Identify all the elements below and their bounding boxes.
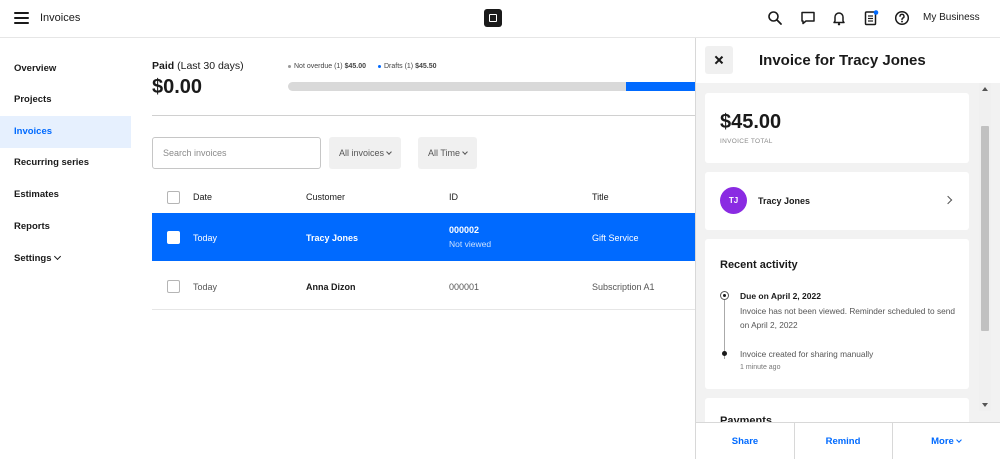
legend-item-drafts: Drafts (1) $45.50 — [377, 63, 437, 70]
row-date: Today — [193, 282, 218, 292]
row-id: 000002 — [449, 225, 480, 235]
row-title: Gift Service — [592, 233, 639, 243]
time-filter-dropdown[interactable]: All Time — [418, 137, 478, 169]
activity-item-description: Invoice has not been viewed. Reminder sc… — [740, 306, 955, 330]
scroll-up-icon[interactable] — [982, 87, 988, 91]
scrollbar-thumb[interactable] — [981, 126, 989, 331]
activity-item-time: 1 minute ago — [740, 364, 781, 371]
legend-dot — [288, 64, 291, 68]
sidebar-item-estimates[interactable]: Estimates — [0, 179, 131, 211]
legend-item-not-overdue: Not overdue (1) $45.00 — [288, 63, 366, 70]
chevron-down-icon — [462, 149, 468, 155]
legend-amount: $45.00 — [344, 63, 367, 70]
customer-card[interactable]: TJ Tracy Jones — [705, 172, 969, 230]
sidebar-item-settings[interactable]: Settings — [0, 243, 131, 275]
table-row[interactable]: Today Anna Dizon 000001 Subscription A1 — [152, 262, 695, 310]
status-progress-bar — [288, 82, 695, 91]
invoice-detail-panel: Invoice for Tracy Jones $45.00 INVOICE T… — [695, 38, 1000, 459]
sidebar-item-overview[interactable]: Overview — [0, 53, 131, 85]
scroll-down-icon[interactable] — [982, 403, 988, 407]
timeline-dot-icon — [722, 351, 727, 356]
close-button[interactable] — [705, 46, 733, 74]
time-filter-value: All Time — [428, 148, 461, 158]
row-date: Today — [193, 233, 218, 243]
customer-name: Tracy Jones — [758, 196, 811, 206]
avatar: TJ — [720, 187, 747, 214]
chat-icon[interactable] — [800, 10, 816, 26]
menu-icon[interactable] — [14, 12, 29, 24]
row-customer: Anna Dizon — [306, 282, 356, 292]
activity-item-title: Invoice created for sharing manually — [740, 349, 874, 359]
more-button[interactable]: More — [892, 423, 1000, 459]
sidebar: Overview Projects Invoices Recurring ser… — [0, 38, 131, 459]
column-header-date[interactable]: Date — [193, 192, 212, 202]
invoice-total-card: $45.00 INVOICE TOTAL — [705, 93, 969, 163]
chevron-down-icon — [386, 149, 392, 155]
share-button[interactable]: Share — [696, 423, 794, 459]
timeline-current-icon — [720, 291, 729, 300]
legend-label: Not overdue (1) — [294, 63, 343, 70]
timeline-line — [724, 299, 725, 359]
row-title: Subscription A1 — [592, 282, 655, 292]
panel-scrollbar[interactable] — [979, 83, 991, 411]
sidebar-item-label: Settings — [14, 253, 52, 264]
row-customer: Tracy Jones — [306, 233, 359, 243]
sidebar-item-recurring-series[interactable]: Recurring series — [0, 147, 131, 179]
divider — [152, 115, 695, 116]
select-all-checkbox[interactable] — [167, 191, 180, 204]
sidebar-item-reports[interactable]: Reports — [0, 211, 131, 243]
invoice-total-label: INVOICE TOTAL — [720, 138, 773, 145]
top-bar: Invoices My Business — [0, 0, 1000, 38]
recent-activity-card: Recent activity Due on April 2, 2022 Inv… — [705, 239, 969, 389]
sidebar-item-projects[interactable]: Projects — [0, 84, 131, 116]
status-legend: Not overdue (1) $45.00 Drafts (1) $45.50 — [288, 63, 447, 70]
panel-title: Invoice for Tracy Jones — [759, 52, 926, 69]
search-icon[interactable] — [767, 10, 783, 26]
row-id-status: Not viewed — [449, 239, 492, 249]
paid-label: Paid — [152, 60, 175, 72]
bell-icon[interactable] — [831, 10, 847, 26]
sidebar-item-invoices[interactable]: Invoices — [0, 116, 131, 148]
help-icon[interactable] — [894, 10, 910, 26]
table-row[interactable]: Today Tracy Jones 000002 Not viewed Gift… — [152, 213, 695, 261]
app-title: Invoices — [40, 12, 81, 24]
paid-amount: $0.00 — [152, 76, 203, 98]
invoice-total-amount: $45.00 — [720, 111, 782, 133]
legend-label: Drafts (1) — [383, 63, 414, 70]
status-filter-dropdown[interactable]: All invoices — [329, 137, 402, 169]
table-header: Date Customer ID Title — [152, 182, 695, 212]
row-checkbox[interactable] — [167, 231, 180, 244]
search-input[interactable] — [152, 137, 321, 169]
column-header-id[interactable]: ID — [449, 192, 458, 202]
row-checkbox[interactable] — [167, 280, 180, 293]
paid-summary-label: Paid (Last 30 days) — [152, 60, 244, 72]
panel-header: Invoice for Tracy Jones — [696, 38, 1000, 83]
more-button-label: More — [931, 436, 954, 447]
chevron-down-icon — [54, 252, 62, 261]
invoice-icon[interactable] — [863, 10, 879, 26]
remind-button[interactable]: Remind — [794, 423, 892, 459]
business-name[interactable]: My Business — [923, 12, 980, 23]
column-header-customer[interactable]: Customer — [306, 192, 345, 202]
chevron-down-icon — [956, 437, 962, 443]
legend-amount: $45.50 — [415, 63, 437, 70]
chevron-right-icon — [943, 195, 953, 205]
activity-title: Recent activity — [720, 259, 798, 271]
legend-dot — [377, 64, 381, 68]
row-id: 000001 — [449, 282, 480, 292]
panel-footer: Share Remind More — [696, 422, 1000, 459]
progress-fill-drafts — [625, 82, 695, 91]
square-logo[interactable] — [484, 9, 502, 27]
paid-period: (Last 30 days) — [177, 60, 244, 72]
activity-item-title: Due on April 2, 2022 — [740, 291, 821, 301]
status-filter-value: All invoices — [339, 148, 385, 158]
column-header-title[interactable]: Title — [592, 192, 609, 202]
